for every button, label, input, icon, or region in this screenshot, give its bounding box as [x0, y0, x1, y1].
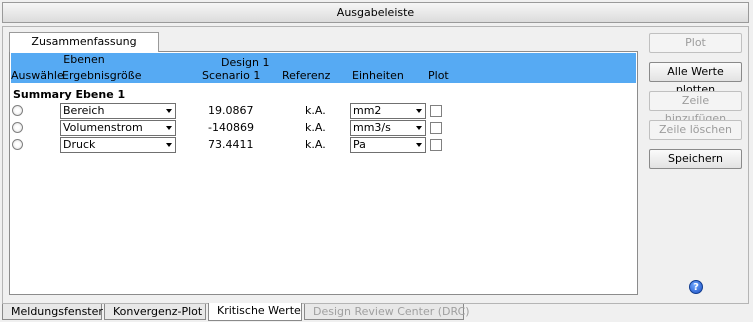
row-radio[interactable] [12, 122, 23, 133]
chevron-down-icon [416, 126, 422, 130]
table-row: Bereich 19.0867 k.A. mm2 [10, 103, 635, 119]
output-bar-title: Ausgabeleiste [2, 2, 749, 23]
unit-select[interactable]: Pa [350, 137, 426, 153]
bottom-tab-bar: Meldungsfenster Konvergenz-Plot Kritisch… [0, 303, 753, 322]
tab-message-window[interactable]: Meldungsfenster [2, 304, 103, 320]
group-label: Summary Ebene 1 [13, 88, 126, 101]
plot-button[interactable]: Plot [649, 33, 742, 53]
unit-select-value: mm3/s [353, 121, 391, 134]
add-row-button[interactable]: Zeile hinzufügen [649, 91, 742, 125]
unit-select-value: mm2 [353, 104, 382, 117]
chevron-down-icon [166, 126, 172, 130]
row-radio[interactable] [12, 105, 23, 116]
design-value: 19.0867 [208, 104, 254, 117]
table-row: Volumenstrom -140869 k.A. mm3/s [10, 120, 635, 136]
tab-design-review-center[interactable]: Design Review Center (DRC) [304, 304, 470, 320]
save-button[interactable]: Speichern [649, 149, 742, 169]
header-select: Auswähle [11, 69, 64, 82]
quantity-select[interactable]: Volumenstrom [60, 120, 176, 136]
plot-checkbox[interactable] [430, 139, 442, 151]
header-units: Einheiten [352, 69, 404, 82]
design-value: 73.4411 [208, 138, 254, 151]
tab-convergence-plot[interactable]: Konvergenz-Plot [104, 304, 206, 320]
header-plot: Plot [428, 69, 449, 82]
quantity-select[interactable]: Druck [60, 137, 176, 153]
row-radio[interactable] [12, 139, 23, 150]
quantity-select[interactable]: Bereich [60, 103, 176, 119]
plot-checkbox[interactable] [430, 122, 442, 134]
header-result-quantity: Ergebnisgröße [62, 69, 142, 82]
unit-select[interactable]: mm2 [350, 103, 426, 119]
reference-value: k.A. [305, 104, 326, 117]
tab-summary-levels[interactable]: Zusammenfassung Ebenen [9, 32, 159, 66]
quantity-select-value: Druck [63, 138, 96, 151]
header-reference: Referenz [282, 69, 331, 82]
design-value: -140869 [208, 121, 254, 134]
quantity-select-value: Volumenstrom [63, 121, 143, 134]
delete-row-button[interactable]: Zeile löschen [649, 120, 742, 140]
reference-value: k.A. [305, 138, 326, 151]
table-row: Druck 73.4411 k.A. Pa [10, 137, 635, 153]
unit-select[interactable]: mm3/s [350, 120, 426, 136]
chevron-down-icon [416, 109, 422, 113]
chevron-down-icon [416, 143, 422, 147]
summary-table-panel: Auswähle Ergebnisgröße Design 1 Scenario… [9, 51, 638, 295]
plot-all-button[interactable]: Alle Werte plotten [649, 62, 742, 96]
header-design-line2: Scenario 1 [202, 69, 261, 82]
chevron-down-icon [166, 143, 172, 147]
plot-checkbox[interactable] [430, 105, 442, 117]
reference-value: k.A. [305, 121, 326, 134]
header-design-line1: Design 1 [221, 56, 270, 69]
quantity-select-value: Bereich [63, 104, 105, 117]
unit-select-value: Pa [353, 138, 366, 151]
help-icon[interactable]: ? [689, 280, 703, 294]
tab-critical-values[interactable]: Kritische Werte [208, 303, 302, 321]
chevron-down-icon [166, 109, 172, 113]
